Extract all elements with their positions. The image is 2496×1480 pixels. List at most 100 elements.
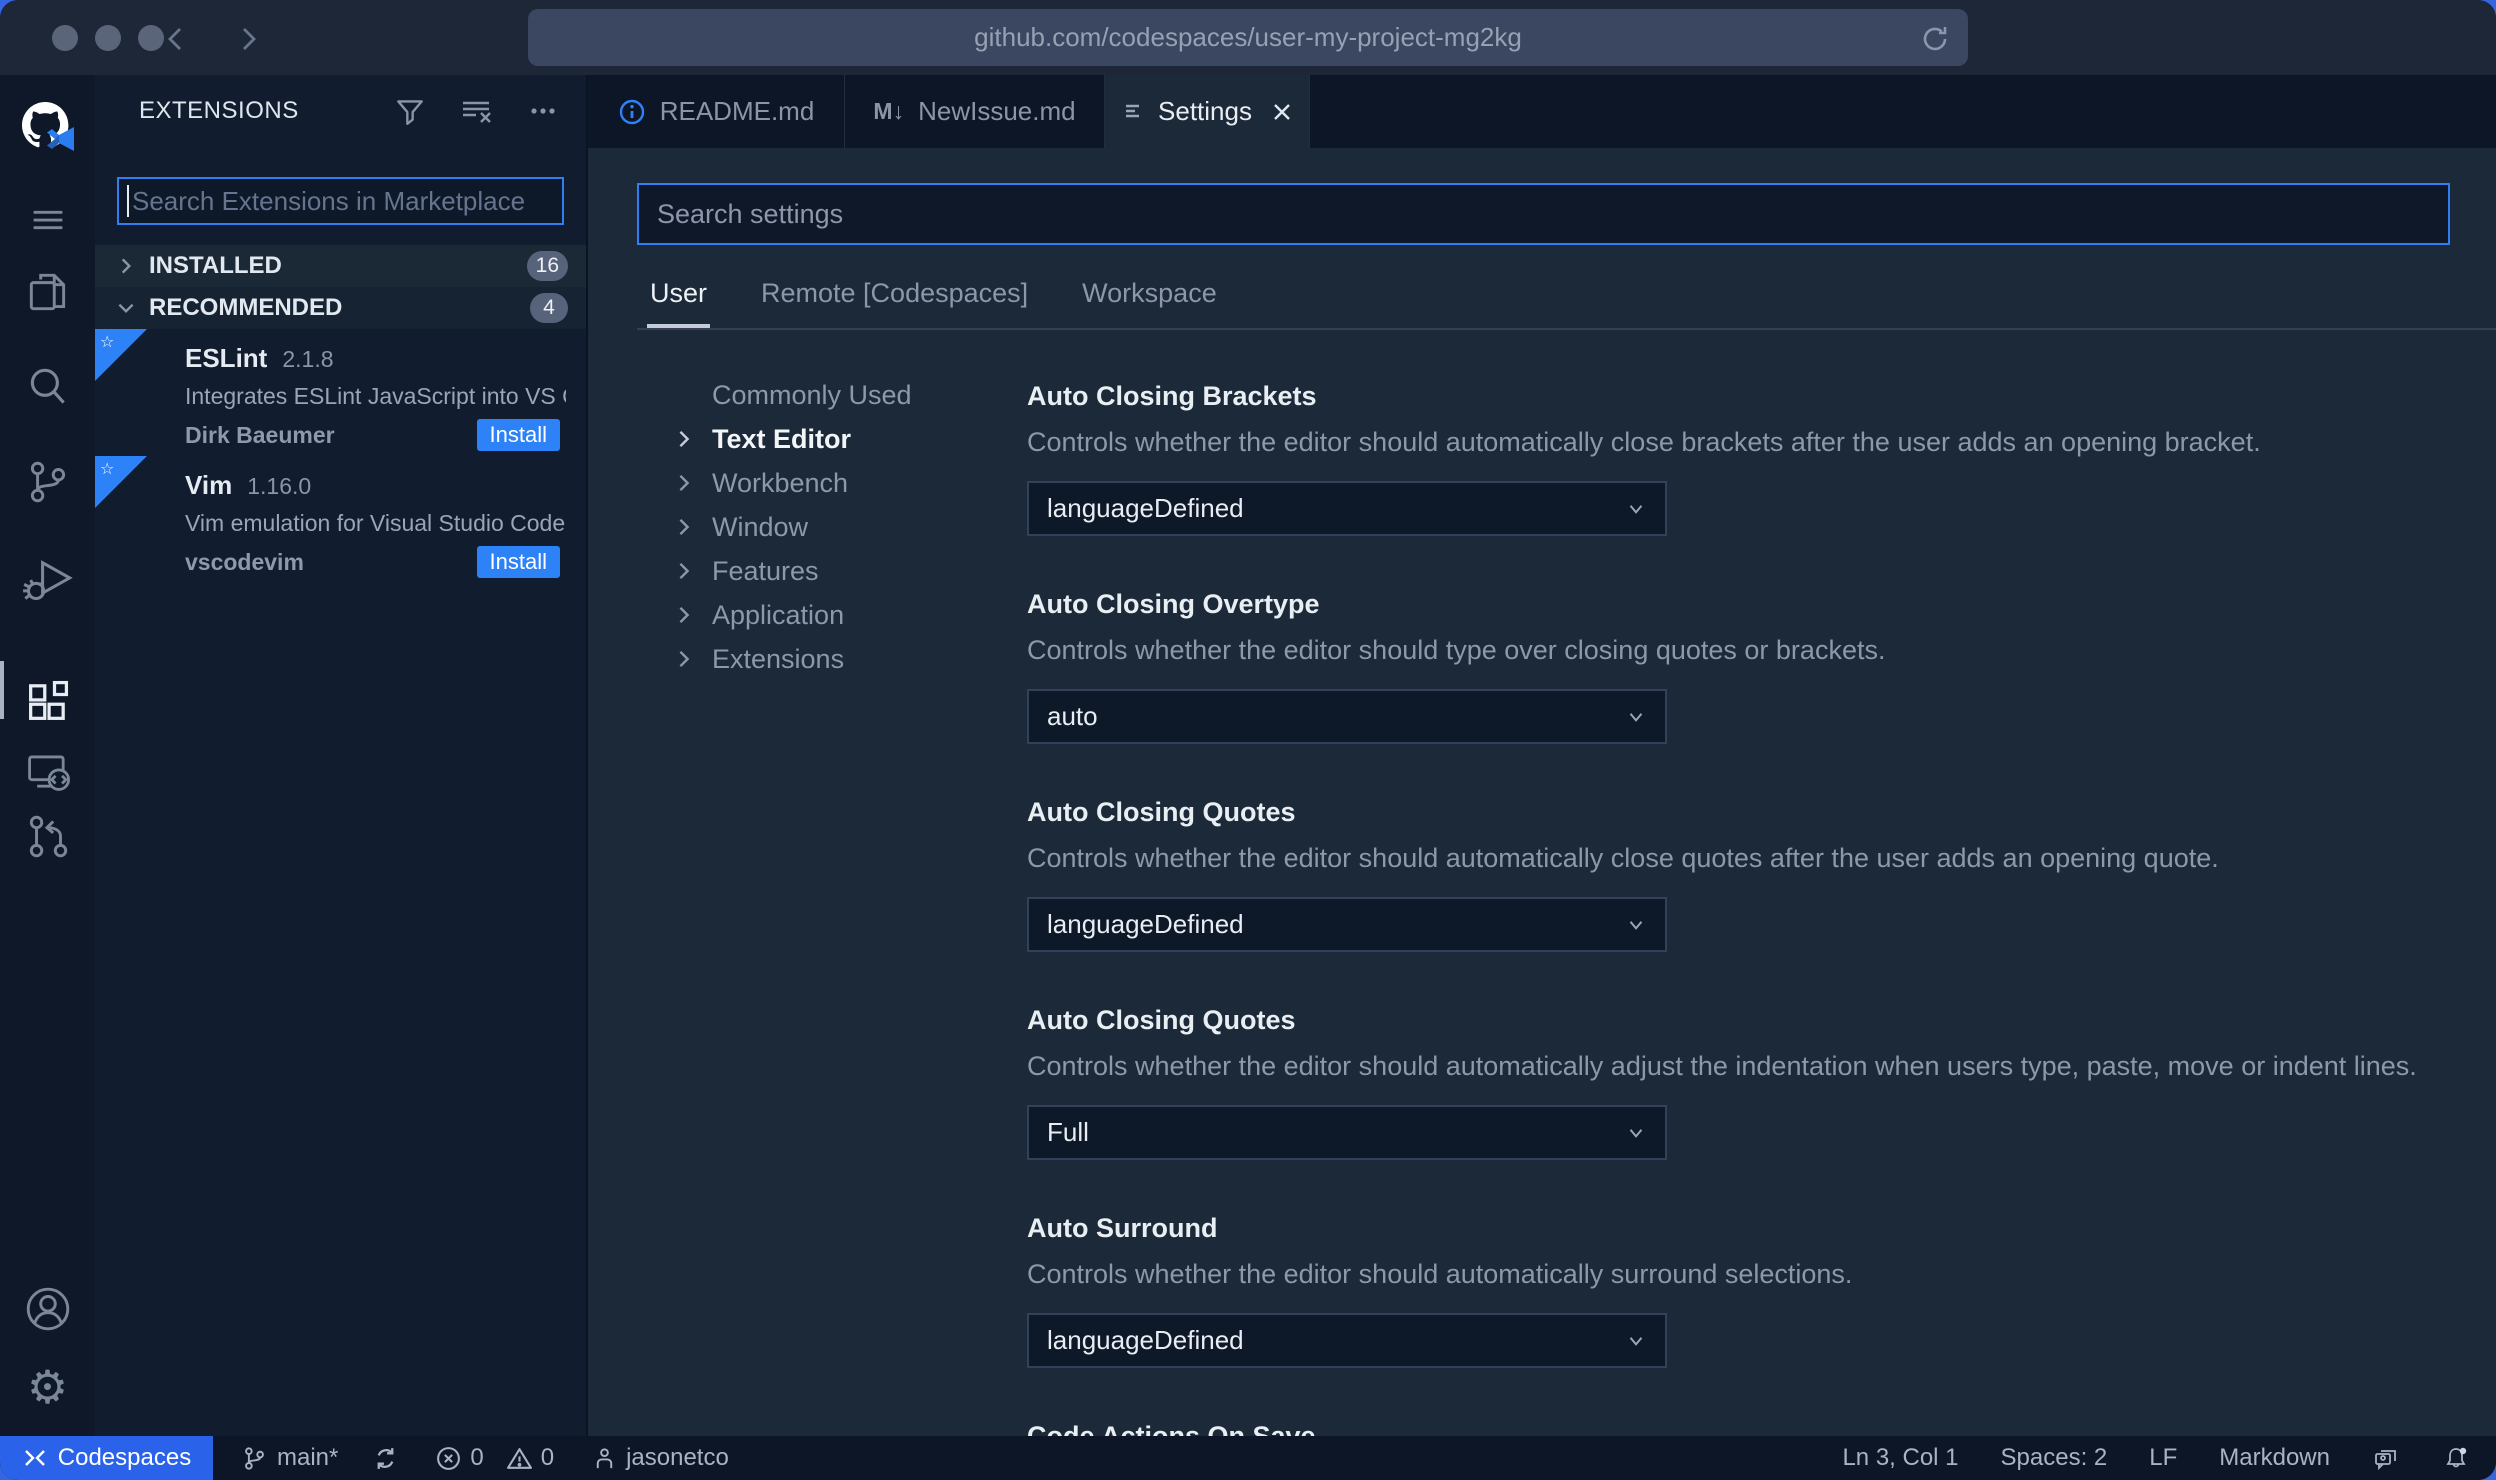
- window-close-button[interactable]: [52, 25, 78, 51]
- errors-count: 0: [470, 1444, 484, 1471]
- setting-dropdown[interactable]: languageDefined: [1027, 481, 1667, 536]
- back-icon[interactable]: [160, 23, 192, 55]
- scope-tab-remote[interactable]: Remote [Codespaces]: [761, 278, 1028, 309]
- bell-icon[interactable]: [2442, 1444, 2470, 1472]
- branch-item[interactable]: main*: [241, 1444, 338, 1472]
- toc-item-commonly-used[interactable]: Commonly Used: [672, 373, 1027, 417]
- toc-item-window[interactable]: Window: [672, 505, 1027, 549]
- scope-tab-workspace[interactable]: Workspace: [1082, 278, 1217, 309]
- chevron-right-icon: [672, 471, 696, 495]
- url-text: github.com/codespaces/user-my-project-mg…: [974, 22, 1522, 52]
- feedback-icon[interactable]: [2372, 1444, 2400, 1472]
- problems-item[interactable]: 0 0: [435, 1444, 554, 1472]
- forward-icon[interactable]: [232, 23, 264, 55]
- user-item[interactable]: jasonetco: [592, 1444, 729, 1472]
- window-minimize-button[interactable]: [95, 25, 121, 51]
- chevron-down-icon: [1625, 706, 1647, 728]
- extensions-search-input[interactable]: [131, 185, 562, 217]
- account-icon[interactable]: [23, 1284, 73, 1334]
- errors-icon: [435, 1445, 462, 1472]
- explorer-icon[interactable]: [23, 267, 73, 317]
- remote-explorer-icon[interactable]: [22, 745, 74, 797]
- extension-item-eslint[interactable]: ☆ ESLint 2.1.8 Integrates ESLint JavaScr…: [95, 329, 586, 456]
- chevron-down-icon: [1625, 914, 1647, 936]
- extensions-panel-title: EXTENSIONS: [139, 97, 299, 124]
- browser-chrome: github.com/codespaces/user-my-project-mg…: [0, 0, 2496, 75]
- chevron-right-icon: [115, 255, 137, 277]
- setting-dropdown[interactable]: auto: [1027, 689, 1667, 744]
- settings-search-input[interactable]: [657, 198, 2448, 230]
- setting-title: Auto Closing Quotes: [1027, 797, 1296, 827]
- star-icon: ☆: [100, 334, 115, 351]
- chevron-down-icon: [1625, 1330, 1647, 1352]
- setting-description: Controls whether the editor should type …: [1027, 635, 1886, 665]
- text-cursor: [127, 185, 129, 217]
- setting-description: Controls whether the editor should autom…: [1027, 843, 2219, 873]
- menu-icon[interactable]: [25, 197, 71, 243]
- editor-area: README.md M↓ NewIssue.md Settings Search…: [588, 75, 2496, 1436]
- section-count-badge: 16: [526, 251, 568, 281]
- extension-publisher: Dirk Baeumer: [185, 421, 335, 448]
- sync-icon[interactable]: [372, 1445, 399, 1472]
- extension-publisher: vscodevim: [185, 548, 304, 575]
- setting-title: Auto Surround: [1027, 1213, 1218, 1243]
- more-actions-icon[interactable]: [526, 94, 560, 128]
- url-bar[interactable]: github.com/codespaces/user-my-project-mg…: [528, 9, 1968, 66]
- setting-block: Code Actions On Save: [1027, 1419, 2450, 1436]
- toc-item-workbench[interactable]: Workbench: [672, 461, 1027, 505]
- chevron-down-icon: [1625, 1122, 1647, 1144]
- filter-icon[interactable]: [394, 95, 426, 127]
- pull-request-icon[interactable]: [23, 811, 73, 861]
- language-mode[interactable]: Markdown: [2219, 1444, 2330, 1472]
- settings-scope-tabs: User Remote [Codespaces] Workspace: [646, 278, 2450, 328]
- run-debug-icon[interactable]: [22, 553, 74, 605]
- install-button[interactable]: Install: [476, 546, 560, 578]
- clear-search-results-icon[interactable]: [458, 93, 494, 129]
- extension-version: 1.16.0: [247, 473, 312, 499]
- window-controls: [52, 25, 164, 51]
- toc-item-features[interactable]: Features: [672, 549, 1027, 593]
- setting-description: Controls whether the editor should autom…: [1027, 1259, 1853, 1289]
- toc-item-text-editor[interactable]: Text Editor: [672, 417, 1027, 461]
- setting-dropdown[interactable]: languageDefined: [1027, 1313, 1667, 1368]
- warnings-icon: [506, 1445, 533, 1472]
- github-codespaces-logo-icon: [19, 99, 77, 157]
- toc-item-application[interactable]: Application: [672, 593, 1027, 637]
- tab-settings[interactable]: Settings: [1105, 75, 1310, 148]
- tab-newissue[interactable]: M↓ NewIssue.md: [845, 75, 1105, 148]
- setting-dropdown[interactable]: languageDefined: [1027, 897, 1667, 952]
- source-control-icon[interactable]: [23, 457, 73, 507]
- toc-item-extensions[interactable]: Extensions: [672, 637, 1027, 681]
- setting-dropdown[interactable]: Full: [1027, 1105, 1667, 1160]
- activity-bar: ⚙: [0, 75, 95, 1436]
- chevron-down-icon: [1625, 498, 1647, 520]
- setting-block: Auto Closing Quotes Controls whether the…: [1027, 795, 2450, 952]
- extensions-search-box[interactable]: [117, 177, 564, 225]
- extension-version: 2.1.8: [282, 346, 334, 372]
- extension-item-vim[interactable]: ☆ Vim 1.16.0 Vim emulation for Visual St…: [95, 456, 586, 583]
- settings-gear-icon[interactable]: ⚙: [27, 1364, 68, 1410]
- branch-icon: [241, 1445, 268, 1472]
- settings-list-icon: [1120, 100, 1144, 124]
- setting-block: Auto Closing Overtype Controls whether t…: [1027, 587, 2450, 744]
- scope-tab-user[interactable]: User: [646, 278, 711, 328]
- eol-setting[interactable]: LF: [2149, 1444, 2177, 1472]
- indent-setting[interactable]: Spaces: 2: [2001, 1444, 2108, 1472]
- chevron-right-icon: [672, 603, 696, 627]
- chevron-down-icon: [115, 297, 137, 319]
- tab-readme[interactable]: README.md: [588, 75, 845, 148]
- status-bar: Codespaces main* 0 0 jasonetco Ln 3, Col…: [0, 1436, 2496, 1480]
- markdown-icon: M↓: [873, 98, 905, 124]
- tab-strip: README.md M↓ NewIssue.md Settings: [588, 75, 2496, 148]
- extensions-icon[interactable]: [22, 675, 74, 727]
- section-recommended[interactable]: RECOMMENDED 4: [95, 287, 586, 329]
- extension-name: Vim: [185, 470, 233, 500]
- close-icon[interactable]: [1270, 100, 1294, 124]
- reload-icon[interactable]: [1918, 21, 1952, 55]
- search-icon[interactable]: [23, 363, 73, 413]
- install-button[interactable]: Install: [476, 419, 560, 451]
- section-installed[interactable]: INSTALLED 16: [95, 245, 586, 287]
- cursor-position[interactable]: Ln 3, Col 1: [1842, 1444, 1958, 1472]
- settings-search-box[interactable]: [637, 183, 2450, 245]
- codespaces-remote-button[interactable]: Codespaces: [0, 1436, 213, 1480]
